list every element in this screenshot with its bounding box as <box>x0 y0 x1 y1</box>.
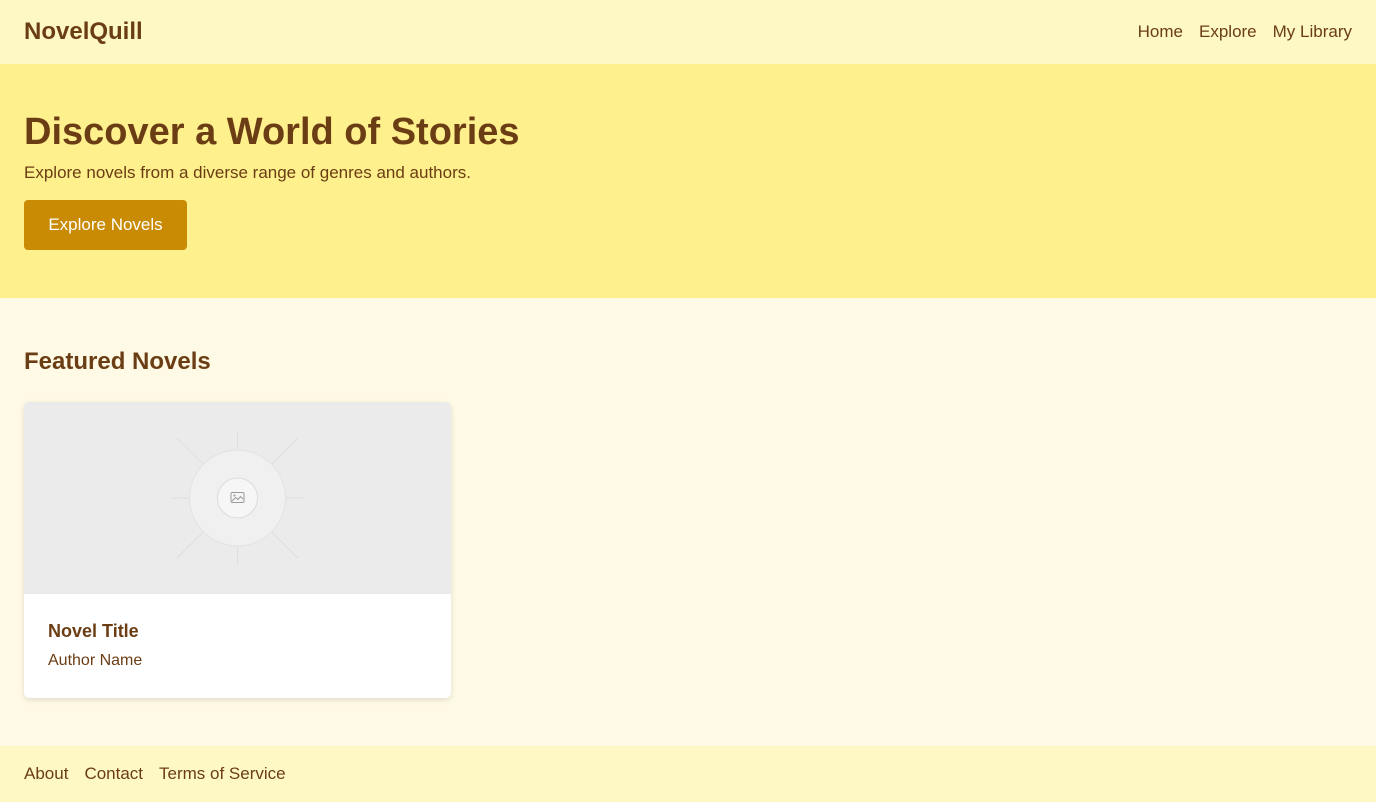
main-nav: Home Explore My Library <box>1138 22 1352 42</box>
featured-heading: Featured Novels <box>24 348 211 375</box>
featured-section: Featured Novels <box>24 346 1352 378</box>
brand-logo[interactable]: NovelQuill <box>24 18 143 46</box>
hero-section: Discover a World of Stories Explore nove… <box>0 64 1376 298</box>
novel-author: Author Name <box>48 652 143 669</box>
top-navbar: NovelQuill Home Explore My Library <box>0 0 1376 64</box>
footer-link-terms[interactable]: Terms of Service <box>159 764 286 784</box>
image-placeholder-icon <box>171 432 304 564</box>
nav-link-explore[interactable]: Explore <box>1199 22 1257 42</box>
hero-subtitle: Explore novels from a diverse range of g… <box>24 163 471 182</box>
nav-link-my-library[interactable]: My Library <box>1273 22 1352 42</box>
footer-link-about[interactable]: About <box>24 764 68 784</box>
explore-novels-button[interactable]: Explore Novels <box>24 200 187 250</box>
hero-title: Discover a World of Stories <box>24 111 520 153</box>
footer-link-contact[interactable]: Contact <box>84 764 143 784</box>
novel-title[interactable]: Novel Title <box>48 620 427 642</box>
footer: About Contact Terms of Service <box>0 746 1376 802</box>
novel-cover <box>24 402 451 594</box>
nav-link-home[interactable]: Home <box>1138 22 1183 42</box>
novel-card-body: Novel Title Author Name <box>24 594 451 671</box>
novel-card[interactable]: Novel Title Author Name <box>24 402 451 698</box>
